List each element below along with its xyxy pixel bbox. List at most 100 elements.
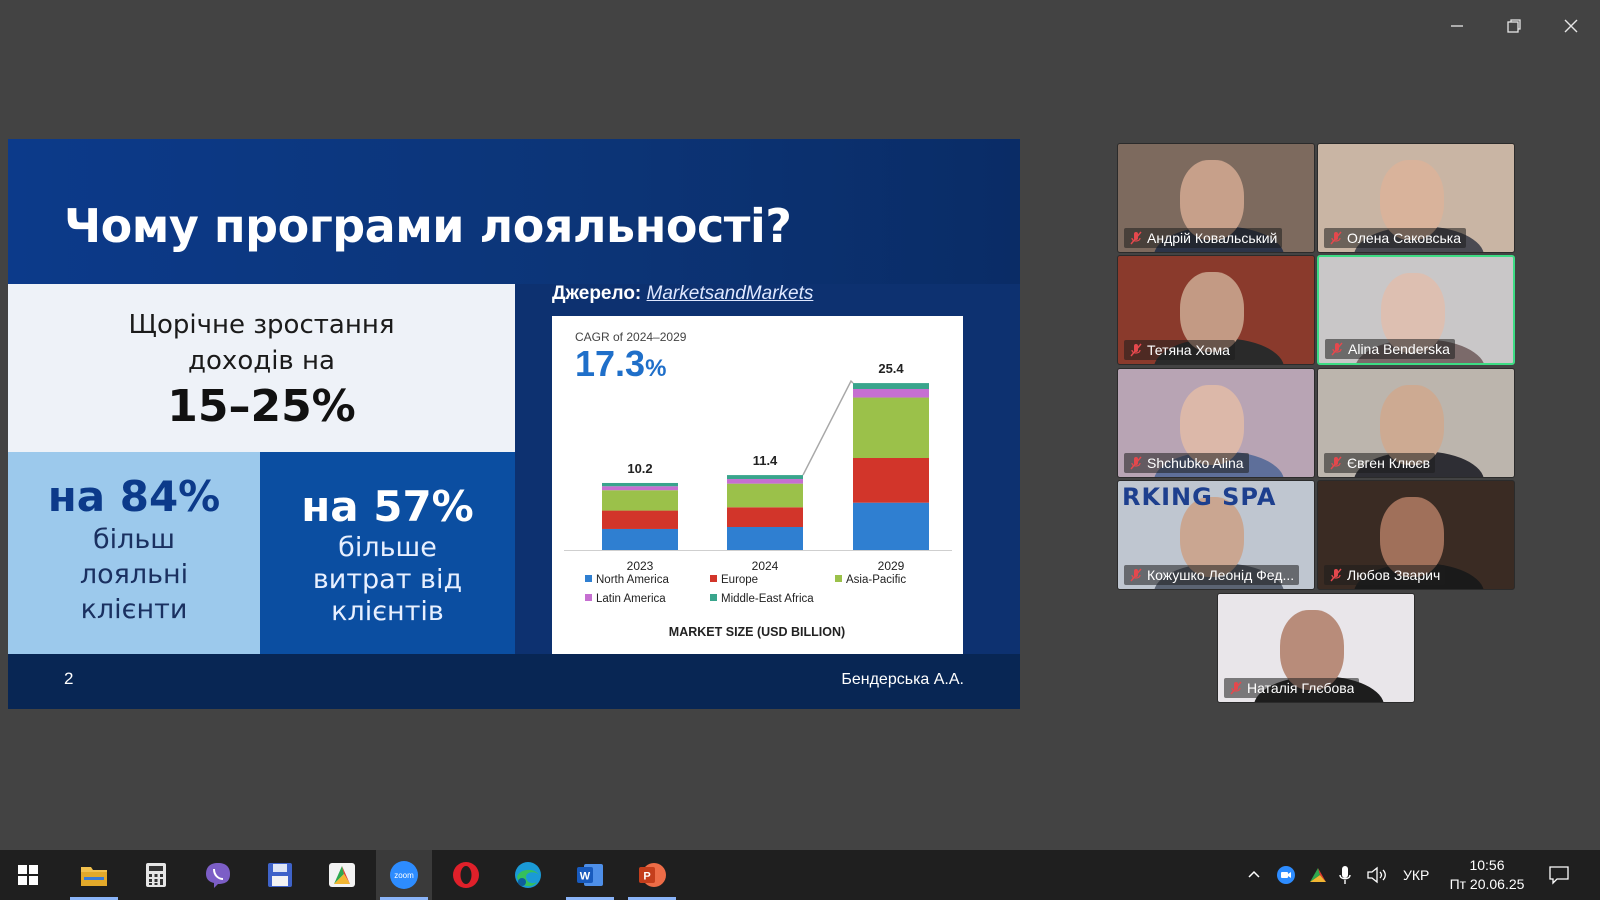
viber-icon bbox=[206, 863, 230, 888]
participant-label: Кожушко Леонід Фед... bbox=[1124, 565, 1300, 585]
legend-label: North America bbox=[596, 574, 669, 586]
spend-line2: витрат від bbox=[312, 564, 463, 595]
restore-icon bbox=[1507, 19, 1521, 33]
tray-microphone[interactable] bbox=[1338, 850, 1352, 900]
tray-zoom[interactable] bbox=[1276, 850, 1296, 900]
clock-date: Пт 20.06.25 bbox=[1449, 876, 1525, 892]
taskbar-opera[interactable] bbox=[438, 850, 494, 900]
participant-tile[interactable]: Андрій Ковальський bbox=[1117, 143, 1315, 253]
growth-line2: доходів на bbox=[188, 346, 335, 376]
participant-label: Alina Benderska bbox=[1325, 339, 1455, 359]
participant-label: Олена Саковська bbox=[1324, 228, 1467, 248]
microphone-icon bbox=[1339, 866, 1351, 884]
source-line: Джерело: MarketsandMarkets bbox=[552, 283, 813, 305]
legend-label: Middle-East Africa bbox=[721, 593, 814, 605]
spend-line1: більше bbox=[338, 532, 437, 563]
taskbar-viber[interactable] bbox=[190, 850, 246, 900]
start-button[interactable] bbox=[0, 850, 56, 900]
bar-segment bbox=[602, 482, 678, 487]
participant-name: Наталія Глєбова bbox=[1247, 680, 1355, 696]
participant-label: Тетяна Хома bbox=[1124, 340, 1235, 360]
restore-button[interactable] bbox=[1494, 10, 1534, 42]
taskbar-powerpoint[interactable]: P bbox=[624, 850, 680, 900]
participant-label: Shchubko Alina bbox=[1124, 453, 1249, 473]
source-label: Джерело: bbox=[552, 283, 642, 304]
participant-tile[interactable]: Alina Benderska bbox=[1317, 255, 1515, 365]
x-tick-label: 2023 bbox=[627, 559, 654, 573]
taskbar-edge[interactable] bbox=[500, 850, 556, 900]
participant-tile[interactable]: Любов Зварич bbox=[1317, 480, 1515, 590]
taskbar-save-app[interactable] bbox=[252, 850, 308, 900]
bar-segment bbox=[727, 479, 803, 484]
participant-tile[interactable]: Shchubko Alina bbox=[1117, 368, 1315, 478]
participant-tile[interactable]: RKING SPA Кожушко Леонід Фед... bbox=[1117, 480, 1315, 590]
taskbar-calculator[interactable] bbox=[128, 850, 184, 900]
participant-tile[interactable]: Олена Саковська bbox=[1317, 143, 1515, 253]
muted-mic-icon bbox=[1330, 231, 1342, 245]
tray-volume[interactable] bbox=[1366, 850, 1388, 900]
participant-tile[interactable]: Наталія Глєбова bbox=[1217, 593, 1415, 703]
market-chart-svg: CAGR of 2024–202917.3% 10.2 2023 11.4 2024 25… bbox=[564, 330, 952, 639]
participant-tile[interactable]: Євген Клюєв bbox=[1317, 368, 1515, 478]
close-icon bbox=[1564, 19, 1578, 33]
muted-mic-icon bbox=[1230, 681, 1242, 695]
tray-overflow-button[interactable] bbox=[1246, 850, 1262, 900]
legend-swatch bbox=[710, 594, 717, 601]
legend-label: Europe bbox=[721, 574, 758, 586]
growth-line1: Щорічне зростання bbox=[128, 310, 395, 340]
floppy-icon bbox=[268, 863, 292, 887]
muted-mic-icon bbox=[1130, 568, 1142, 582]
participant-label: Євген Клюєв bbox=[1324, 453, 1436, 473]
powerpoint-icon-label: P bbox=[643, 871, 650, 883]
bar-segment bbox=[727, 527, 803, 550]
legend-swatch bbox=[585, 575, 592, 582]
notification-icon bbox=[1549, 866, 1569, 885]
bar-segment bbox=[853, 389, 929, 398]
speaker-icon bbox=[1367, 866, 1386, 884]
folder-icon bbox=[81, 867, 107, 886]
x-tick-label: 2024 bbox=[752, 559, 779, 573]
close-button[interactable] bbox=[1551, 10, 1591, 42]
source-link[interactable]: MarketsandMarkets bbox=[647, 283, 814, 304]
loyal-value: на 84% bbox=[47, 472, 221, 521]
minimize-button[interactable] bbox=[1437, 10, 1477, 42]
growth-panel: Щорічне зростання доходів на 15–25% bbox=[8, 284, 515, 452]
loyal-line3: клієнти bbox=[80, 594, 188, 625]
muted-mic-icon bbox=[1130, 231, 1142, 245]
background-banner-text: RKING SPA bbox=[1122, 483, 1277, 511]
bar-total-label: 25.4 bbox=[878, 361, 904, 376]
participant-name: Олена Саковська bbox=[1347, 230, 1462, 246]
word-icon-label: W bbox=[580, 871, 591, 883]
language-indicator[interactable]: УКР bbox=[1403, 850, 1429, 900]
spend-line3: клієнтів bbox=[331, 596, 444, 627]
taskbar: zoom W P УКР 10:56 Пт 20.06.25 bbox=[0, 850, 1600, 900]
taskbar-word[interactable]: W bbox=[562, 850, 618, 900]
clock-time: 10:56 bbox=[1469, 857, 1505, 873]
taskbar-app-logo[interactable] bbox=[314, 850, 370, 900]
legend-swatch bbox=[585, 594, 592, 601]
tray-app[interactable] bbox=[1308, 850, 1328, 900]
legend-swatch bbox=[835, 575, 842, 582]
participant-label: Любов Зварич bbox=[1324, 565, 1446, 585]
participant-name: Євген Клюєв bbox=[1347, 455, 1431, 471]
cagr-value: 17.3% bbox=[575, 343, 666, 384]
muted-mic-icon bbox=[1130, 456, 1142, 470]
bar-segment bbox=[602, 486, 678, 491]
participant-tile[interactable]: Тетяна Хома bbox=[1117, 255, 1315, 365]
zoom-tray-icon bbox=[1277, 866, 1295, 884]
taskbar-file-explorer[interactable] bbox=[66, 850, 122, 900]
notifications-button[interactable] bbox=[1548, 850, 1570, 900]
cagr-label: CAGR of 2024–2029 bbox=[575, 330, 687, 344]
clock[interactable]: 10:56 Пт 20.06.25 bbox=[1444, 856, 1530, 894]
loyal-line1: більш bbox=[92, 524, 176, 555]
bar-segment bbox=[602, 490, 678, 511]
loyal-panel: на 84% більш лояльні клієнти bbox=[8, 452, 260, 654]
slide-author: Бендерська А.А. bbox=[841, 671, 964, 688]
bar-segment bbox=[853, 458, 929, 503]
bar-total-label: 11.4 bbox=[753, 453, 778, 468]
growth-connector-line bbox=[802, 379, 854, 476]
taskbar-zoom[interactable]: zoom bbox=[376, 850, 432, 900]
word-icon: W bbox=[577, 864, 603, 886]
bar-segment bbox=[853, 502, 929, 550]
bar-segment bbox=[853, 397, 929, 458]
